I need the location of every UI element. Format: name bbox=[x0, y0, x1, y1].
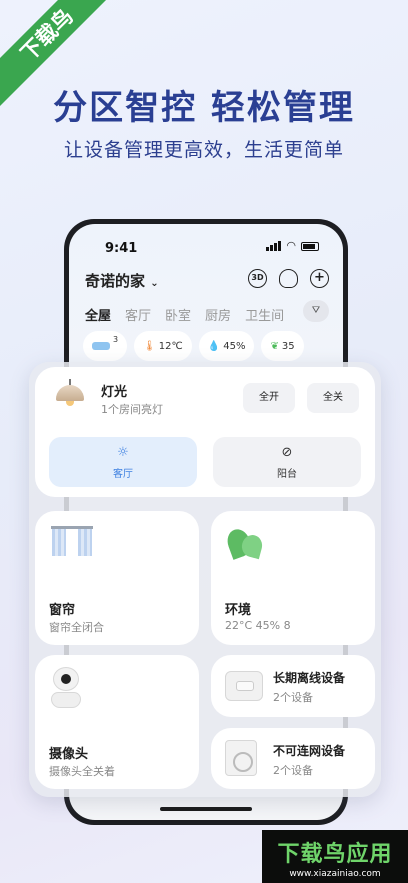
wifi-icon: ◠ bbox=[286, 239, 296, 252]
chip-value: 35 bbox=[281, 340, 295, 352]
room-label: 阳台 bbox=[277, 469, 297, 480]
sensor-chips: 3 🌡 12℃ 💧 45% ❦ 35 bbox=[83, 331, 304, 361]
purifier-icon bbox=[225, 671, 263, 701]
all-off-button[interactable]: 全关 bbox=[307, 383, 359, 413]
watermark: 下载鸟应用 www.xiazainiao.com bbox=[262, 830, 408, 883]
light-on-icon: ☼ bbox=[117, 445, 129, 460]
chip-air[interactable]: ❦ 35 bbox=[261, 331, 304, 361]
chevron-down-icon: ⌄ bbox=[150, 278, 159, 289]
view-3d-icon[interactable]: 3D bbox=[248, 269, 267, 288]
environment-subtitle: 22°C 45% 8 bbox=[225, 619, 291, 632]
curtain-title: 窗帘 bbox=[49, 603, 76, 618]
chip-badge: 3 bbox=[113, 334, 119, 344]
unconnectable-devices-card[interactable]: 不可连网设备 2个设备 bbox=[211, 728, 375, 789]
home-name: 奇诺的家 bbox=[85, 272, 146, 290]
unconnectable-subtitle: 2个设备 bbox=[273, 764, 313, 777]
leaf-icon: ❦ bbox=[270, 340, 279, 352]
unconnectable-title: 不可连网设备 bbox=[273, 744, 346, 758]
tab-kitchen[interactable]: 厨房 bbox=[205, 305, 231, 324]
headset-icon[interactable] bbox=[279, 269, 298, 288]
washer-icon bbox=[225, 740, 257, 776]
filter-icon[interactable]: ⛛ bbox=[303, 300, 329, 322]
offline-title: 长期离线设备 bbox=[273, 671, 346, 685]
environment-card[interactable]: 环境 22°C 45% 8 bbox=[211, 511, 375, 645]
lights-title: 灯光 bbox=[101, 385, 128, 400]
promo-headline: 分区智控 轻松管理 bbox=[53, 88, 355, 128]
light-room-living[interactable]: ☼ 客厅 bbox=[49, 437, 197, 487]
offline-devices-card[interactable]: 长期离线设备 2个设备 bbox=[211, 655, 375, 717]
humidity-icon: 💧 bbox=[207, 340, 221, 352]
tab-all[interactable]: 全屋 bbox=[85, 305, 111, 324]
chip-value: 45% bbox=[223, 340, 246, 352]
status-icons: ◠ bbox=[266, 239, 319, 252]
plant-icon bbox=[223, 525, 265, 560]
room-label: 客厅 bbox=[113, 469, 133, 480]
curtain-card[interactable]: 窗帘 窗帘全闭合 bbox=[35, 511, 199, 645]
chip-ac[interactable]: 3 bbox=[83, 331, 128, 361]
chip-temperature[interactable]: 🌡 12℃ bbox=[134, 331, 192, 361]
curtain-icon bbox=[51, 526, 93, 556]
thermometer-icon: 🌡 bbox=[143, 340, 156, 352]
tab-bedroom[interactable]: 卧室 bbox=[165, 305, 191, 324]
tab-bathroom[interactable]: 卫生间 bbox=[245, 305, 284, 324]
light-room-balcony[interactable]: ⊘ 阳台 bbox=[213, 437, 361, 487]
camera-card[interactable]: 摄像头 摄像头全关着 bbox=[35, 655, 199, 789]
camera-title: 摄像头 bbox=[49, 747, 89, 762]
watermark-main: 下载鸟应用 bbox=[277, 842, 393, 867]
offline-subtitle: 2个设备 bbox=[273, 691, 313, 704]
chip-value: 12℃ bbox=[158, 340, 183, 352]
tab-living-room[interactable]: 客厅 bbox=[125, 305, 151, 324]
lights-card[interactable]: 灯光 1个房间亮灯 全开 全关 ☼ 客厅 ⊘ 阳台 bbox=[35, 367, 375, 497]
add-icon[interactable]: + bbox=[310, 269, 329, 288]
home-indicator bbox=[160, 807, 252, 811]
signal-icon bbox=[266, 241, 282, 251]
camera-subtitle: 摄像头全关着 bbox=[49, 765, 115, 778]
lamp-icon bbox=[53, 379, 87, 413]
home-selector[interactable]: 奇诺的家 ⌄ bbox=[85, 270, 159, 291]
all-on-button[interactable]: 全开 bbox=[243, 383, 295, 413]
battery-icon bbox=[301, 241, 319, 251]
environment-title: 环境 bbox=[225, 603, 252, 618]
light-off-icon: ⊘ bbox=[281, 445, 293, 460]
ac-icon bbox=[92, 342, 110, 350]
room-tabs: 全屋 客厅 卧室 厨房 卫生间 bbox=[85, 305, 284, 324]
watermark-url: www.xiazainiao.com bbox=[289, 869, 381, 879]
status-time: 9:41 bbox=[105, 241, 138, 256]
promo-subline: 让设备管理更高效，生活更简单 bbox=[63, 139, 344, 161]
camera-icon bbox=[51, 667, 81, 709]
lights-subtitle: 1个房间亮灯 bbox=[101, 403, 163, 416]
curtain-subtitle: 窗帘全闭合 bbox=[49, 621, 104, 634]
chip-humidity[interactable]: 💧 45% bbox=[198, 331, 255, 361]
home-actions: 3D + bbox=[248, 269, 329, 288]
device-panel: 灯光 1个房间亮灯 全开 全关 ☼ 客厅 ⊘ 阳台 窗帘 窗帘全闭合 环境 22… bbox=[29, 362, 381, 797]
